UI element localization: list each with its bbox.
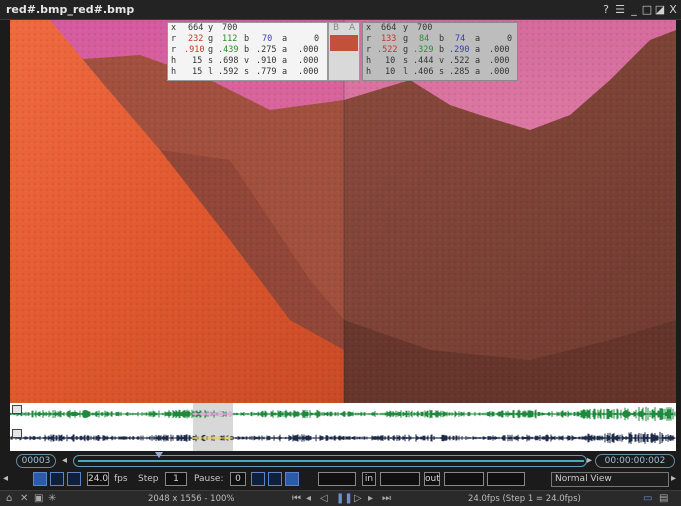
pixel-rgb-float-row: r .522 g .329 b .290 a .000	[366, 45, 510, 55]
timeline-track[interactable]	[73, 452, 587, 467]
step-forward-icon[interactable]: ▸	[368, 493, 373, 505]
settings-icon[interactable]: ✳	[48, 493, 56, 505]
maximize-icon[interactable]: ◪	[654, 3, 666, 17]
save-frame-button[interactable]	[251, 472, 265, 486]
playback-controls: ◂ 24.0 fps Step 1 Pause: 0 in out Normal…	[0, 470, 681, 490]
track-2-icon[interactable]	[12, 429, 22, 438]
right-arrow-icon[interactable]: ▸	[671, 473, 676, 484]
window-title: red#.bmp_red#.bmp	[6, 3, 135, 16]
pause-field[interactable]: 0	[230, 472, 246, 486]
timeline-bar: 00003 ◂ ▸ 00:00:00:002	[0, 452, 681, 470]
save-icon[interactable]: ▣	[34, 493, 43, 505]
resolution-status: 2048 x 1556 - 100%	[148, 494, 235, 504]
status-bar: ⌂ ✕ ▣ ✳ 2048 x 1556 - 100% ⏮ ◂ ◁ ❚❚ ▷ ▸ …	[0, 490, 681, 506]
pixel-rgb-float-row: r .910 g .439 b .275 a .000	[171, 45, 319, 55]
monitor-icon[interactable]: ▭	[643, 493, 652, 505]
help-icon[interactable]: ?	[600, 3, 612, 17]
pixel-coords-row: x 664 y 700	[366, 23, 433, 33]
selected-range-highlight	[193, 403, 233, 451]
step-label: Step	[138, 474, 159, 484]
fps-label: fps	[114, 474, 128, 484]
audio-track-2-wave	[10, 431, 676, 445]
layout-icon[interactable]: ▤	[659, 493, 668, 505]
swatch-label-b: B	[333, 23, 340, 33]
color-swatch-panel: B A	[328, 22, 360, 81]
fps-field[interactable]: 24.0	[87, 472, 109, 486]
left-arrow-icon[interactable]: ◂	[3, 473, 8, 484]
pixel-info-panel-b: x 664 y 700 r 133 g 84 b 74 a 0 r .522 g…	[362, 22, 518, 81]
close-file-icon[interactable]: ✕	[20, 493, 28, 505]
minimize-icon[interactable]: _	[628, 3, 640, 17]
pixel-info-panel-a: x 664 y 700 r 232 g 112 b 70 a 0 r .910 …	[167, 22, 328, 81]
view-mode-select[interactable]: Normal View	[551, 472, 669, 487]
audio-waveform-panel[interactable]	[10, 403, 676, 451]
pause-label: Pause:	[194, 474, 224, 484]
out-point-field[interactable]	[444, 472, 484, 486]
restore-icon[interactable]: □	[641, 3, 653, 17]
audio-waveform	[10, 403, 676, 451]
pixel-rgb-int-row: r 133 g 84 b 74 a 0	[366, 34, 513, 44]
bounce-mode-button[interactable]	[67, 472, 81, 486]
track-1-icon[interactable]	[12, 405, 22, 414]
color-swatch	[330, 35, 358, 51]
audio-track-1-wave	[10, 406, 676, 422]
loop-mode-button[interactable]	[50, 472, 64, 486]
timecode-display[interactable]: 00:00:00:002	[595, 454, 675, 468]
pixel-coords-row: x 664 y 700	[171, 23, 238, 33]
timeline-right-arrow-icon[interactable]: ▸	[587, 455, 592, 466]
in-point-field[interactable]	[380, 472, 420, 486]
in-marker-button[interactable]	[318, 472, 356, 486]
menu-icon[interactable]: ☰	[614, 3, 626, 17]
wipe-button[interactable]	[285, 472, 299, 486]
compare-button[interactable]	[268, 472, 282, 486]
step-field[interactable]: 1	[165, 472, 187, 486]
play-backward-icon[interactable]: ◁	[320, 493, 328, 505]
pixel-rgb-int-row: r 232 g 112 b 70 a 0	[171, 34, 320, 44]
pixel-hls-row: h 10 l .406 s .285 a .000	[366, 67, 510, 77]
pixel-hsv-row: h 10 s .444 v .522 a .000	[366, 56, 510, 66]
timeline-playhead[interactable]	[154, 452, 163, 458]
timeline-left-arrow-icon[interactable]: ◂	[62, 455, 67, 466]
timeline-track-fill	[78, 460, 584, 462]
step-back-icon[interactable]: ◂	[306, 493, 311, 505]
pause-icon[interactable]: ❚❚	[336, 493, 353, 505]
playback-status: 24.0fps (Step 1 = 24.0fps)	[468, 494, 581, 504]
in-label: in	[362, 472, 376, 486]
swatch-label-a: A	[349, 23, 356, 33]
pixel-hsv-row: h 15 s .698 v .910 a .000	[171, 56, 319, 66]
open-file-icon[interactable]: ⌂	[6, 493, 12, 505]
goto-end-icon[interactable]: ⏭	[382, 493, 391, 505]
title-bar: red#.bmp_red#.bmp ? ☰ _ □ ◪ X	[0, 0, 681, 20]
out-marker-button[interactable]	[487, 472, 525, 486]
goto-start-icon[interactable]: ⏮	[292, 493, 301, 505]
close-icon[interactable]: X	[667, 3, 679, 17]
frame-counter[interactable]: 00003	[16, 454, 56, 468]
fit-view-button[interactable]	[33, 472, 47, 486]
play-forward-icon[interactable]: ▷	[354, 493, 362, 505]
pixel-hls-row: h 15 l .592 s .779 a .000	[171, 67, 319, 77]
out-label: out	[424, 472, 440, 486]
